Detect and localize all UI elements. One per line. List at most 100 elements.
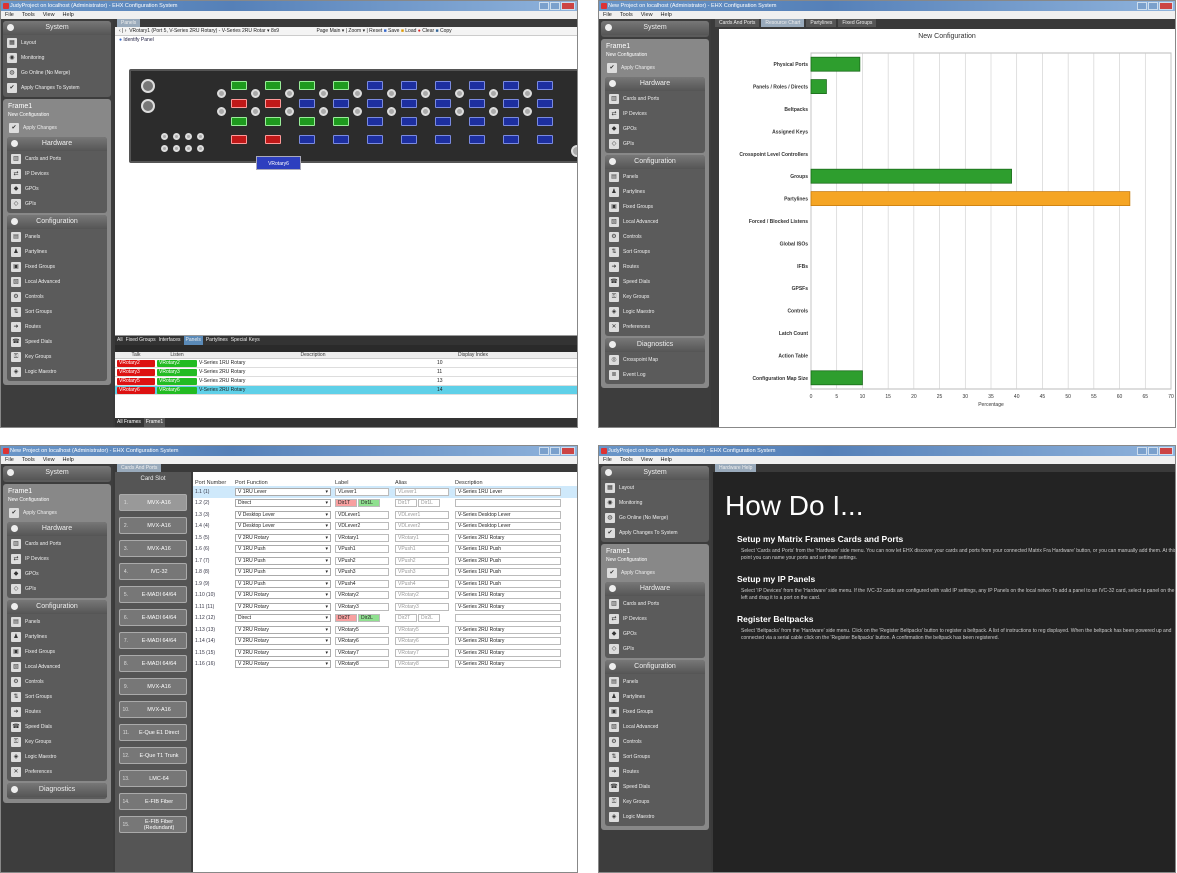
keypad-button[interactable]: [161, 133, 168, 140]
maximize-button[interactable]: [550, 447, 560, 455]
card-slot[interactable]: 3. MVX-A16: [119, 540, 187, 557]
sidebar-item-logic-maestro[interactable]: ◈ Logic Maestro: [7, 364, 107, 379]
label-field[interactable]: VRotary1: [335, 533, 389, 542]
zoom-select[interactable]: Zoom: [348, 28, 361, 34]
menu-file[interactable]: File: [5, 456, 14, 464]
close-button[interactable]: [561, 447, 575, 455]
alias-field[interactable]: VPush3: [395, 568, 449, 577]
sidebar-item-controls[interactable]: ⚙ Controls: [605, 229, 705, 244]
rotary-knob-icon[interactable]: [285, 107, 294, 116]
alias-field[interactable]: VPush2: [395, 556, 449, 565]
table-row[interactable]: 1.2 (2) Direct Dir1TDir1L Dir1TDir1L: [193, 498, 577, 510]
panel-key[interactable]: [469, 117, 485, 126]
hardware-header[interactable]: Hardware: [605, 582, 705, 596]
panel-key[interactable]: [469, 81, 485, 90]
label-listen-field[interactable]: Dir2L: [358, 614, 380, 623]
sidebar-item-key-groups[interactable]: ⚿ Key Groups: [7, 734, 107, 749]
panel-key[interactable]: [299, 117, 315, 126]
card-slot[interactable]: 6. E-MADI 64/64: [119, 609, 187, 626]
description-field[interactable]: V-Series Desktop Lever: [455, 510, 561, 519]
panel-key[interactable]: [401, 117, 417, 126]
description-field[interactable]: V-Series 2RU Rotary: [455, 533, 561, 542]
panel-key-selected[interactable]: VRotary6: [256, 156, 301, 170]
panel-key[interactable]: [537, 81, 553, 90]
sidebar-item-event-log[interactable]: ≣ Event Log: [605, 367, 705, 382]
panel-key[interactable]: [401, 135, 417, 144]
panel-select[interactable]: VRotary1 (Port 5, V-Series 2RU Rotary) -…: [129, 28, 265, 34]
grid-tab-panels[interactable]: Panels: [183, 336, 203, 345]
rotary-knob-icon[interactable]: [319, 89, 328, 98]
alias-field[interactable]: VRotary5: [395, 625, 449, 634]
menu-tools[interactable]: Tools: [22, 11, 35, 19]
panel-key[interactable]: [231, 117, 247, 126]
sidebar-item-ip-devices[interactable]: ⇄ IP Devices: [605, 106, 705, 121]
description-field[interactable]: V-Series 2RU Rotary: [455, 648, 561, 657]
alias-talk-field[interactable]: Dir2T: [395, 614, 417, 623]
reset-button[interactable]: Reset: [369, 28, 382, 34]
panel-graphic[interactable]: VRotary6: [129, 69, 577, 170]
listen-cell[interactable]: VRotary2: [157, 360, 197, 367]
description-field[interactable]: V-Series 2RU Rotary: [455, 602, 561, 611]
card-slot[interactable]: 7. E-MADI 64/64: [119, 632, 187, 649]
sidebar-item-gpos[interactable]: ◆ GPOs: [7, 566, 107, 581]
port-function-select[interactable]: V 1RU Push: [235, 545, 331, 554]
sidebar-item-preferences[interactable]: ✕ Preferences: [7, 764, 107, 779]
port-function-select[interactable]: V Desktop Lever: [235, 522, 331, 531]
page-select[interactable]: Page Main: [317, 28, 341, 34]
menu-help[interactable]: Help: [63, 456, 74, 464]
panel-key[interactable]: [231, 99, 247, 108]
talk-cell[interactable]: VRotary2: [117, 360, 155, 367]
tab-cards-ports[interactable]: Cards And Ports: [715, 19, 760, 27]
talk-cell[interactable]: VRotary3: [117, 369, 155, 376]
sidebar-item-local-advanced[interactable]: ▧ Local Advanced: [605, 719, 705, 734]
label-field[interactable]: VRotary7: [335, 648, 389, 657]
panel-key[interactable]: [333, 117, 349, 126]
sidebar-item-sort-groups[interactable]: ⇅ Sort Groups: [605, 244, 705, 259]
table-row[interactable]: 1.10 (10) V 1RU Rotary VRotary2 VRotary2…: [193, 590, 577, 602]
listen-cell[interactable]: VRotary3: [157, 369, 197, 376]
table-row[interactable]: 1.1 (1) V 1RU Lever VLever1 VLever1 V-Se…: [193, 486, 577, 498]
sidebar-item-key-groups[interactable]: ⚿ Key Groups: [605, 794, 705, 809]
port-function-select[interactable]: V 1RU Lever: [235, 487, 331, 496]
panel-key[interactable]: [265, 81, 281, 90]
rotary-knob-icon[interactable]: [285, 89, 294, 98]
description-field[interactable]: V-Series 2RU Rotary: [455, 660, 561, 669]
rotary-knob-icon[interactable]: [421, 89, 430, 98]
sidebar-item-partylines[interactable]: ♟ Partylines: [605, 184, 705, 199]
table-row[interactable]: 1.12 (12) Direct Dir2TDir2L Dir2TDir2L: [193, 613, 577, 625]
sidebar-item-crosspoint-map[interactable]: ◎ Crosspoint Map: [605, 352, 705, 367]
sidebar-item-panels[interactable]: ▤ Panels: [7, 614, 107, 629]
table-row[interactable]: VRotary3 VRotary3 V-Series 2RU Rotary 11: [115, 368, 577, 377]
table-row[interactable]: 1.4 (4) V Desktop Lever VDLever2 VDLever…: [193, 521, 577, 533]
sidebar-item-panels[interactable]: ▤ Panels: [605, 169, 705, 184]
sidebar-item-speed-dials[interactable]: ☎ Speed Dials: [7, 334, 107, 349]
panel-key[interactable]: [435, 99, 451, 108]
sidebar-item-cards-ports[interactable]: ▥ Cards and Ports: [7, 536, 107, 551]
label-field[interactable]: VPush2: [335, 556, 389, 565]
sidebar-item-local-advanced[interactable]: ▧ Local Advanced: [7, 274, 107, 289]
sidebar-item-panels[interactable]: ▤ Panels: [605, 674, 705, 689]
panel-key[interactable]: [231, 135, 247, 144]
keypad-button[interactable]: [197, 133, 204, 140]
nav-back[interactable]: ‹ | ›: [119, 28, 126, 34]
rotary-knob-icon[interactable]: [489, 89, 498, 98]
tab-resource-chart[interactable]: Resource Chart: [761, 19, 805, 27]
panel-key[interactable]: [537, 117, 553, 126]
sidebar-item-routes[interactable]: ➜ Routes: [7, 704, 107, 719]
sidebar-item-ip-devices[interactable]: ⇄ IP Devices: [7, 166, 107, 181]
port-function-select[interactable]: Direct: [235, 499, 331, 508]
card-slot[interactable]: 4. IVC-32: [119, 563, 187, 580]
alias-field[interactable]: VLever1: [395, 487, 449, 496]
menu-file[interactable]: File: [603, 456, 612, 464]
description-field[interactable]: V-Series 1RU Push: [455, 568, 561, 577]
rotary-knob-icon[interactable]: [353, 107, 362, 116]
apply-changes-button[interactable]: ✔ Apply Changes: [603, 565, 707, 580]
panel-key[interactable]: [401, 99, 417, 108]
sidebar-item-gpis[interactable]: ◇ GPIs: [605, 641, 705, 656]
panel-key[interactable]: [231, 81, 247, 90]
description-field[interactable]: V-Series 2RU Rotary: [455, 625, 561, 634]
grid-tab-all[interactable]: All: [117, 336, 123, 345]
sidebar-item-routes[interactable]: ➜ Routes: [605, 764, 705, 779]
panel-key[interactable]: [367, 81, 383, 90]
port-function-select[interactable]: V 1RU Rotary: [235, 591, 331, 600]
